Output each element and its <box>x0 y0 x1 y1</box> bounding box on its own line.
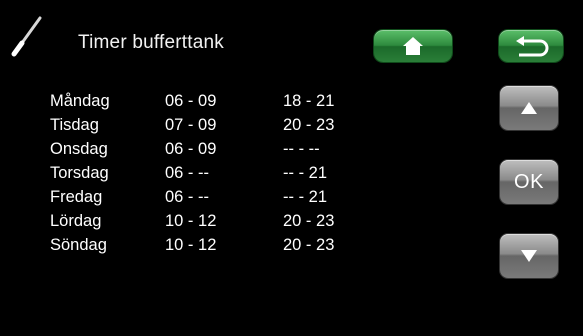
arrow-up-icon <box>521 102 537 114</box>
scroll-up-button[interactable] <box>500 86 558 130</box>
period-2: -- - 21 <box>283 188 328 206</box>
arrow-down-icon <box>521 250 537 262</box>
day-label: Måndag <box>50 92 110 110</box>
period-1: 10 - 12 <box>165 236 217 254</box>
period-1: 07 - 09 <box>165 116 217 134</box>
period-1: 06 - 09 <box>165 140 217 158</box>
home-icon <box>403 37 423 55</box>
period-2: -- - -- <box>283 140 320 158</box>
period-2: 20 - 23 <box>283 116 335 134</box>
period-1: 06 - -- <box>165 188 210 206</box>
day-label: Tisdag <box>50 116 99 134</box>
screwdriver-icon <box>11 16 42 57</box>
page-title: Timer bufferttank <box>78 32 224 53</box>
ok-button[interactable]: OK <box>500 160 558 204</box>
period-2: -- - 21 <box>283 164 328 182</box>
day-label: Fredag <box>50 188 103 206</box>
period-1: 10 - 12 <box>165 212 217 230</box>
back-arrow-icon <box>516 36 549 57</box>
period-2: 18 - 21 <box>283 92 335 110</box>
day-label: Lördag <box>50 212 102 230</box>
period-2: 20 - 23 <box>283 236 335 254</box>
scroll-down-button[interactable] <box>500 234 558 278</box>
period-1: 06 - -- <box>165 164 210 182</box>
home-button[interactable] <box>374 30 452 62</box>
period-1: 06 - 09 <box>165 92 217 110</box>
ok-label: OK <box>514 170 544 193</box>
period-2: 20 - 23 <box>283 212 335 230</box>
day-label: Onsdag <box>50 140 108 158</box>
back-button[interactable] <box>499 30 563 62</box>
day-label: Torsdag <box>50 164 109 182</box>
day-label: Söndag <box>50 236 107 254</box>
